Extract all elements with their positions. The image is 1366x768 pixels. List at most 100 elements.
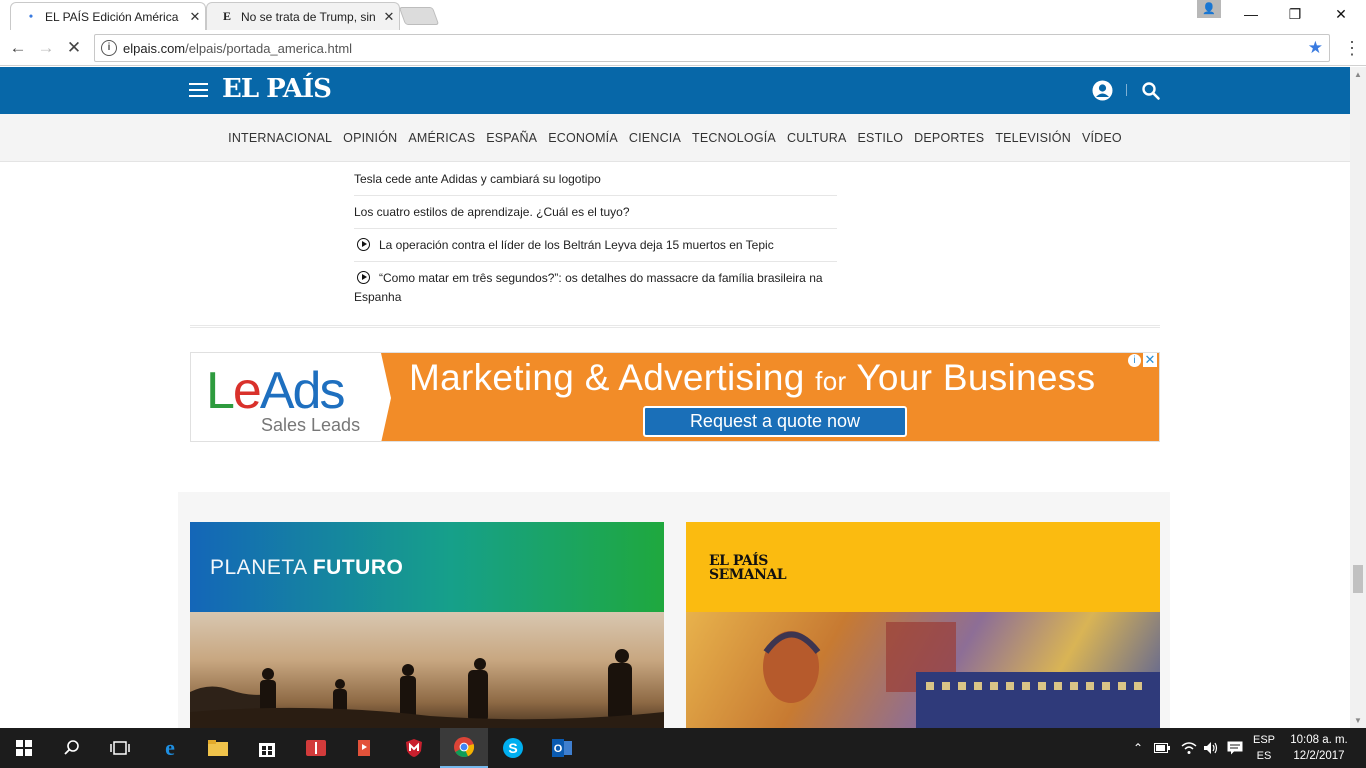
ad-subtitle: Sales Leads <box>261 415 361 435</box>
clock-time: 10:08 a. m. <box>1290 734 1348 746</box>
nav-television[interactable]: TELEVISIÓN <box>995 131 1071 145</box>
news-item[interactable]: “Como matar em três segundos?”: os detal… <box>354 262 837 313</box>
volume-icon[interactable] <box>1200 728 1222 768</box>
skype-icon[interactable]: S <box>489 728 537 768</box>
battery-icon[interactable] <box>1152 728 1172 768</box>
url-text: elpais.com/elpais/portada_america.html <box>123 41 352 56</box>
adchoices-icon[interactable]: i <box>1128 354 1141 367</box>
start-button[interactable] <box>0 728 48 768</box>
news-item[interactable]: Los cuatro estilos de aprendizaje. ¿Cuál… <box>354 196 837 229</box>
section-divider <box>190 325 1160 328</box>
url-input[interactable]: i elpais.com/elpais/portada_america.html… <box>94 34 1330 62</box>
tab-article[interactable]: E No se trata de Trump, sin ✕ <box>206 2 400 30</box>
silhouette-figures <box>190 649 664 728</box>
planeta-futuro-card[interactable]: PLANETA FUTURO <box>190 522 664 728</box>
outlook-icon[interactable]: O <box>538 728 586 768</box>
system-clock[interactable]: 10:08 a. m. 12/2/2017 <box>1288 732 1350 764</box>
news-headline[interactable]: “Como matar em três segundos?”: os detal… <box>354 271 823 304</box>
news-headline[interactable]: La operación contra el líder de los Belt… <box>379 238 774 252</box>
nav-espana[interactable]: ESPAÑA <box>486 131 537 145</box>
ad-logo-panel: LeAds Sales Leads <box>191 353 391 441</box>
planeta-futuro-title: PLANETA FUTURO <box>210 556 404 579</box>
nav-video[interactable]: VÍDEO <box>1082 131 1122 145</box>
loading-icon: • <box>28 9 34 23</box>
migrants-silhouette-image <box>190 612 664 728</box>
tab-elpais[interactable]: • EL PAÍS Edición América ✕ <box>10 2 206 30</box>
stop-loading-button[interactable]: ✕ <box>62 36 86 60</box>
nav-economia[interactable]: ECONOMÍA <box>548 131 618 145</box>
wifi-icon[interactable] <box>1178 728 1200 768</box>
windows-taskbar: e S O ⌃ ESP ES 10:08 a. m. 12/2/2017 <box>0 728 1366 768</box>
tab-title: No se trata de Trump, sin <box>241 9 376 24</box>
info-icon[interactable]: i <box>101 40 117 56</box>
hamburger-menu-icon[interactable] <box>189 83 208 98</box>
address-toolbar: ← → ✕ i elpais.com/elpais/portada_americ… <box>0 30 1366 66</box>
el-pais-semanal-card[interactable]: EL PAÍS SEMANAL <box>686 522 1160 728</box>
action-center-icon[interactable] <box>1224 728 1246 768</box>
user-profile-icon[interactable]: 👤 <box>1197 0 1221 18</box>
nav-ciencia[interactable]: CIENCIA <box>629 131 681 145</box>
nav-americas[interactable]: AMÉRICAS <box>408 131 475 145</box>
el-pais-semanal-logo: EL PAÍS SEMANAL <box>709 553 787 583</box>
close-window-button[interactable]: ✕ <box>1318 0 1364 28</box>
ad-cta-button[interactable]: Request a quote now <box>643 406 907 437</box>
page-scrollbar[interactable]: ▲ ▼ <box>1350 67 1366 728</box>
close-tab-icon[interactable]: ✕ <box>379 9 399 25</box>
user-account-icon[interactable] <box>1092 80 1113 101</box>
tab-title: EL PAÍS Edición América <box>45 9 179 24</box>
news-item[interactable]: Tesla cede ante Adidas y cambiará su log… <box>354 163 837 196</box>
nav-deportes[interactable]: DEPORTES <box>914 131 984 145</box>
browser-tab-bar: • EL PAÍS Edición América ✕ E No se trat… <box>0 0 1366 30</box>
scrollbar-thumb[interactable] <box>1353 565 1363 593</box>
web-page: EL PAÍS INTERNACIONAL OPINIÓN AMÉRICAS E… <box>0 67 1350 728</box>
favicon-e-icon: E <box>222 9 231 23</box>
header-separator <box>1126 84 1127 96</box>
synth-illustration <box>763 622 1160 728</box>
forward-button[interactable]: → <box>34 36 58 60</box>
news-item[interactable]: La operación contra el líder de los Belt… <box>354 229 837 262</box>
browser-menu-icon[interactable]: ⋮ <box>1343 36 1361 60</box>
news-headline[interactable]: Los cuatro estilos de aprendizaje. ¿Cuál… <box>354 205 630 219</box>
news-headline[interactable]: Tesla cede ante Adidas y cambiará su log… <box>354 172 601 186</box>
url-domain: elpais.com <box>123 41 186 56</box>
scroll-down-icon[interactable]: ▼ <box>1354 716 1362 725</box>
task-view-icon[interactable] <box>96 728 144 768</box>
nav-opinion[interactable]: OPINIÓN <box>343 131 397 145</box>
svg-text:O: O <box>554 743 563 755</box>
edge-browser-icon[interactable]: e <box>146 728 194 768</box>
restore-button[interactable]: ❐ <box>1272 0 1318 28</box>
language-indicator[interactable]: ESP ES <box>1248 732 1280 764</box>
close-tab-icon[interactable]: ✕ <box>185 9 205 25</box>
site-logo[interactable]: EL PAÍS <box>222 74 332 104</box>
promo-section: PLANETA FUTURO EL PAÍS SEMANAL <box>178 492 1170 728</box>
mcafee-icon[interactable] <box>390 728 438 768</box>
planeta-futuro-band: PLANETA FUTURO <box>190 522 664 612</box>
new-tab-button[interactable] <box>398 7 440 25</box>
video-play-icon <box>357 238 370 251</box>
nav-internacional[interactable]: INTERNACIONAL <box>228 131 332 145</box>
bookmark-star-icon[interactable]: ★ <box>1308 38 1323 58</box>
minimize-button[interactable]: — <box>1228 0 1274 28</box>
nav-cultura[interactable]: CULTURA <box>787 131 847 145</box>
scroll-up-icon[interactable]: ▲ <box>1354 70 1362 79</box>
news-list: Tesla cede ante Adidas y cambiará su log… <box>354 163 837 313</box>
chrome-icon[interactable] <box>440 728 488 768</box>
svg-text:S: S <box>508 740 517 756</box>
ad-close-icon[interactable]: ✕ <box>1143 353 1157 367</box>
store-icon[interactable] <box>243 728 291 768</box>
back-button[interactable]: ← <box>6 36 30 60</box>
red-flag-app-icon[interactable] <box>341 728 389 768</box>
clock-date: 12/2/2017 <box>1293 750 1345 762</box>
file-explorer-icon[interactable] <box>194 728 242 768</box>
synthesizer-musician-image <box>686 612 1160 728</box>
search-icon[interactable] <box>1141 81 1161 101</box>
red-book-app-icon[interactable] <box>292 728 340 768</box>
nav-estilo[interactable]: ESTILO <box>858 131 904 145</box>
show-hidden-icons-icon[interactable]: ⌃ <box>1128 728 1148 768</box>
video-play-icon <box>357 271 370 284</box>
nav-tecnologia[interactable]: TECNOLOGÍA <box>692 131 776 145</box>
windows-logo-icon <box>16 740 32 756</box>
advertisement-banner[interactable]: LeAds Sales Leads Marketing & Advertisin… <box>190 352 1160 442</box>
taskbar-search-icon[interactable] <box>48 728 96 768</box>
ad-logo: LeAds <box>206 362 345 420</box>
